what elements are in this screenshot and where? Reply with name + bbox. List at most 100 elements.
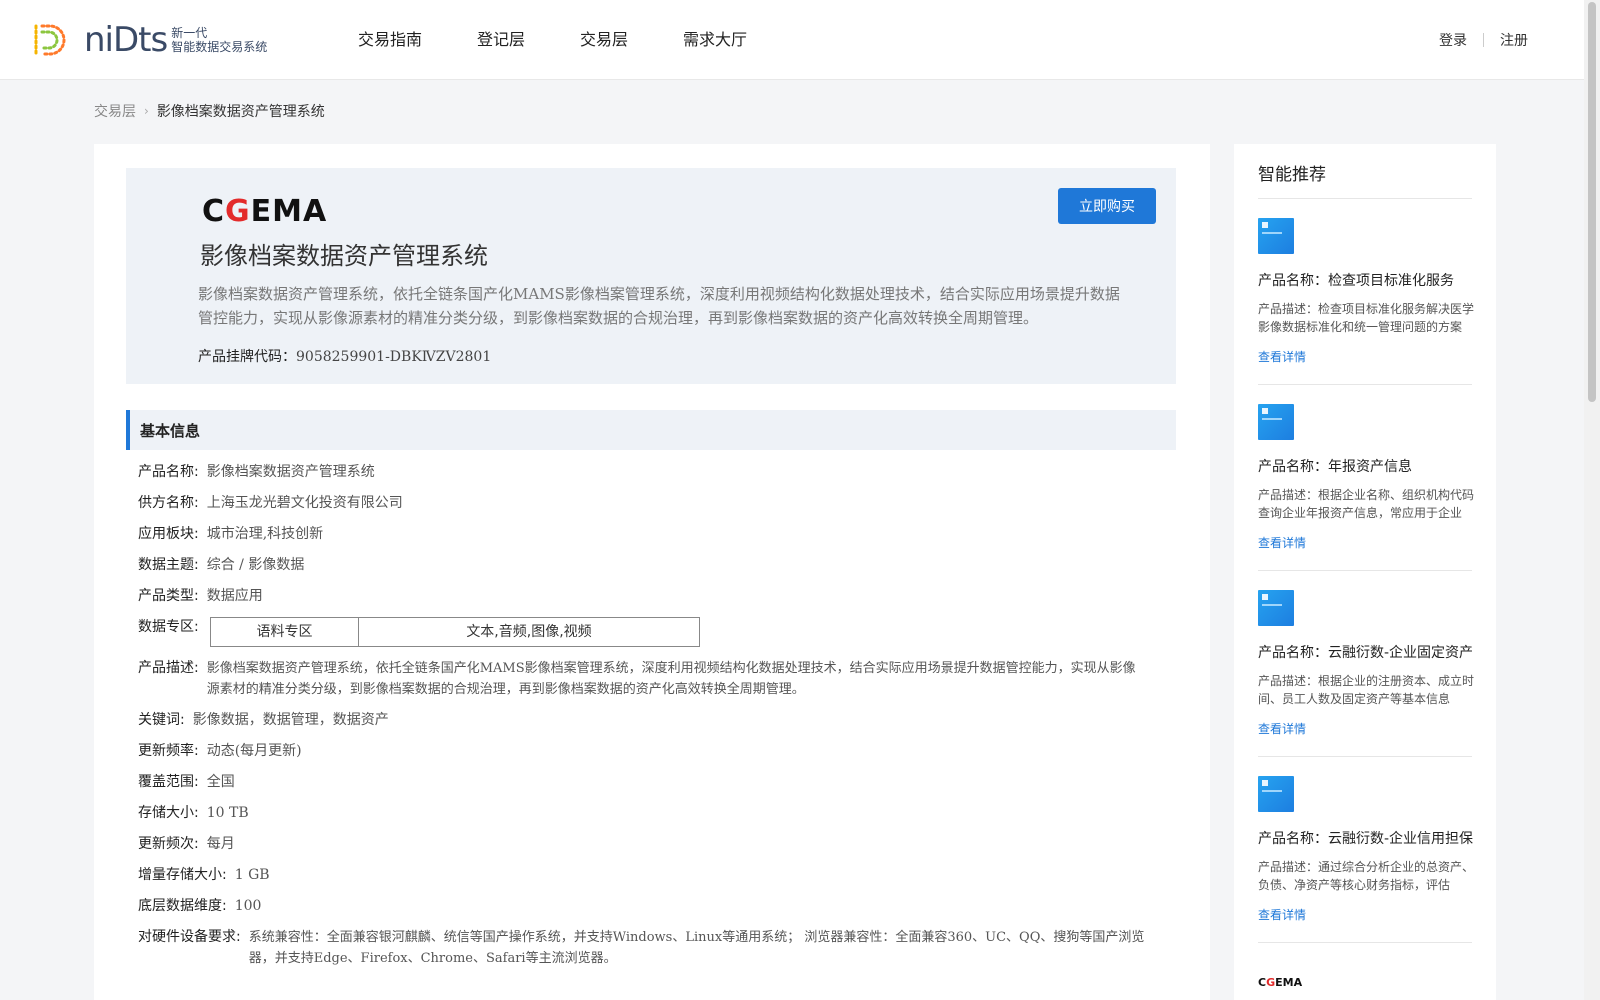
view-details-link[interactable]: 查看详情 (1258, 906, 1306, 923)
info-key: 产品描述: (138, 660, 199, 676)
info-row-data-dimensions: 底层数据维度: 100 (138, 896, 261, 917)
scrollbar-thumb[interactable] (1588, 2, 1596, 402)
logo-subtitle-line2: 智能数据交易系统 (171, 40, 268, 54)
info-key: 增量存储大小: (138, 867, 227, 883)
breadcrumb: 交易层 › 影像档案数据资产管理系统 (94, 101, 325, 121)
nav-registry-layer[interactable]: 登记层 (477, 0, 525, 80)
divider (1258, 198, 1472, 199)
nav-trade-layer[interactable]: 交易层 (580, 0, 628, 80)
product-thumbnail-icon[interactable] (1258, 404, 1294, 440)
info-key: 数据专区: (138, 619, 199, 635)
brand-logo-g: G (225, 194, 251, 229)
product-thumbnail-icon[interactable] (1258, 590, 1294, 626)
info-value: 10 TB (206, 805, 249, 821)
recommendation-name[interactable]: 产品名称：云融衍数-企业固定资产 (1258, 642, 1476, 662)
recommendation-desc: 产品描述：根据企业名称、组织机构代码查询企业年报资产信息，常应用于企业 (1258, 488, 1475, 520)
data-zone-table: 语料专区 文本,音频,图像,视频 (210, 617, 700, 647)
side-logo-c: C (1258, 976, 1267, 989)
info-key: 产品类型: (138, 588, 199, 604)
breadcrumb-parent[interactable]: 交易层 (94, 101, 136, 121)
smart-recommendations: 智能推荐 产品名称：检查项目标准化服务 产品描述：检查项目标准化服务解决医学影像… (1234, 144, 1496, 1000)
recommendation-card[interactable]: 产品名称：云融衍数-企业固定资产 产品描述：根据企业的注册资本、成立时间、员工人… (1258, 590, 1476, 737)
info-row-description: 产品描述: 影像档案数据资产管理系统，依托全链条国产化MAMS影像档案管理系统，… (138, 658, 1148, 700)
listing-code-label: 产品挂牌代码： (198, 349, 296, 365)
recommendation-name[interactable]: 产品名称：年报资产信息 (1258, 456, 1476, 476)
data-zone-types: 文本,音频,图像,视频 (466, 624, 592, 640)
basic-info-header: 基本信息 (126, 410, 1176, 450)
info-key: 覆盖范围: (138, 774, 199, 790)
register-link[interactable]: 注册 (1500, 30, 1528, 50)
auth-links: 登录 注册 (1439, 0, 1528, 80)
listing-code: 产品挂牌代码：9058259901-DBKⅣZV2801 (198, 346, 491, 366)
recommendation-desc: 产品描述：检查项目标准化服务解决医学影像数据标准化和统一管理问题的方案 (1258, 302, 1475, 334)
info-value: 影像档案数据资产管理系统 (206, 464, 375, 480)
side-logo-g: G (1266, 976, 1276, 989)
info-row-product-name: 产品名称: 影像档案数据资产管理系统 (138, 462, 375, 483)
side-logo-rest: EMA (1275, 976, 1303, 989)
view-details-link[interactable]: 查看详情 (1258, 534, 1306, 551)
info-key: 更新频次: (138, 836, 199, 852)
product-thumbnail-icon[interactable] (1258, 218, 1294, 254)
view-details-link[interactable]: 查看详情 (1258, 720, 1306, 737)
info-value: 系统兼容性：全面兼容银河麒麟、统信等国产操作系统，并支持Windows、Linu… (248, 930, 1145, 966)
info-value: 每月 (206, 836, 235, 852)
info-row-update-frequency: 更新频率: 动态(每月更新) (138, 741, 302, 762)
recommendation-desc: 产品描述：通过综合分析企业的总资产、负债、净资产等核心财务指标，评估 (1258, 860, 1475, 892)
breadcrumb-current: 影像档案数据资产管理系统 (156, 104, 325, 120)
data-zone-name: 语料专区 (211, 618, 359, 646)
recommendation-desc: 产品描述：根据企业的注册资本、成立时间、员工人数及固定资产等基本信息 (1258, 674, 1475, 706)
brand-logo: CGEMA (202, 194, 327, 229)
info-value: 动态(每月更新) (206, 743, 302, 759)
brand-logo-rest: EMA (250, 194, 328, 229)
info-key: 更新频率: (138, 743, 199, 759)
info-row-incremental-storage: 增量存储大小: 1 GB (138, 865, 270, 886)
info-value: 全国 (206, 774, 235, 790)
divider (1258, 942, 1472, 943)
info-value: 上海玉龙光碧文化投资有限公司 (206, 495, 403, 511)
product-thumbnail-icon[interactable] (1258, 776, 1294, 812)
recommendation-name[interactable]: 产品名称：检查项目标准化服务 (1258, 270, 1476, 290)
top-header: niDts 新一代 智能数据交易系统 交易指南 登记层 交易层 需求大厅 登录 … (0, 0, 1584, 80)
info-row-coverage: 覆盖范围: 全国 (138, 772, 235, 793)
recommendation-card[interactable]: 产品名称：年报资产信息 产品描述：根据企业名称、组织机构代码查询企业年报资产信息… (1258, 404, 1476, 551)
info-value: 城市治理,科技创新 (206, 526, 324, 542)
brand-logo-c: C (202, 194, 226, 229)
product-detail-card: CGEMA 立即购买 影像档案数据资产管理系统 影像档案数据资产管理系统，依托全… (94, 144, 1210, 1000)
basic-info-title: 基本信息 (140, 422, 201, 440)
logo-wordmark: niDts (84, 20, 168, 60)
divider (1258, 384, 1472, 385)
info-row-product-type: 产品类型: 数据应用 (138, 586, 263, 607)
info-row-storage-size: 存储大小: 10 TB (138, 803, 249, 824)
info-row-hardware-requirements: 对硬件设备要求: 系统兼容性：全面兼容银河麒麟、统信等国产操作系统，并支持Win… (138, 927, 1148, 969)
info-value: 1 GB (234, 867, 270, 883)
info-value: 影像数据，数据管理，数据资产 (192, 712, 389, 728)
recommendation-card[interactable]: 产品名称：检查项目标准化服务 产品描述：检查项目标准化服务解决医学影像数据标准化… (1258, 218, 1476, 365)
info-row-update-times: 更新频次: 每月 (138, 834, 235, 855)
view-details-link[interactable]: 查看详情 (1258, 348, 1306, 365)
info-key: 底层数据维度: (138, 898, 227, 914)
recommendation-brand-logo[interactable]: CGEMA (1258, 976, 1302, 989)
site-logo[interactable]: niDts 新一代 智能数据交易系统 (30, 20, 267, 60)
product-summary: 影像档案数据资产管理系统，依托全链条国产化MAMS影像档案管理系统，深度利用视频… (198, 285, 1120, 327)
info-key: 供方名称: (138, 495, 199, 511)
login-link[interactable]: 登录 (1439, 30, 1467, 50)
divider (1258, 570, 1472, 571)
logo-subtitle-line1: 新一代 (171, 26, 208, 40)
dts-logo-icon (34, 24, 66, 56)
info-row-application-block: 应用板块: 城市治理,科技创新 (138, 524, 323, 545)
nav-trade-guide[interactable]: 交易指南 (358, 0, 422, 80)
recommendations-title: 智能推荐 (1258, 165, 1326, 185)
buy-now-button[interactable]: 立即购买 (1058, 188, 1156, 224)
recommendation-card[interactable]: 产品名称：云融衍数-企业信用担保 产品描述：通过综合分析企业的总资产、负债、净资… (1258, 776, 1476, 923)
page-scrollbar[interactable] (1584, 0, 1600, 1000)
logo-subtitle: 新一代 智能数据交易系统 (171, 26, 267, 54)
product-hero: CGEMA 立即购买 影像档案数据资产管理系统 影像档案数据资产管理系统，依托全… (126, 168, 1176, 384)
info-value: 综合 / 影像数据 (206, 557, 305, 573)
nav-demand-hall[interactable]: 需求大厅 (683, 0, 747, 80)
product-title: 影像档案数据资产管理系统 (200, 242, 488, 270)
divider (1258, 756, 1472, 757)
info-key: 数据主题: (138, 557, 199, 573)
recommendation-name[interactable]: 产品名称：云融衍数-企业信用担保 (1258, 828, 1476, 848)
chevron-right-icon: › (144, 104, 149, 118)
main-nav: 交易指南 登记层 交易层 需求大厅 (358, 0, 802, 80)
